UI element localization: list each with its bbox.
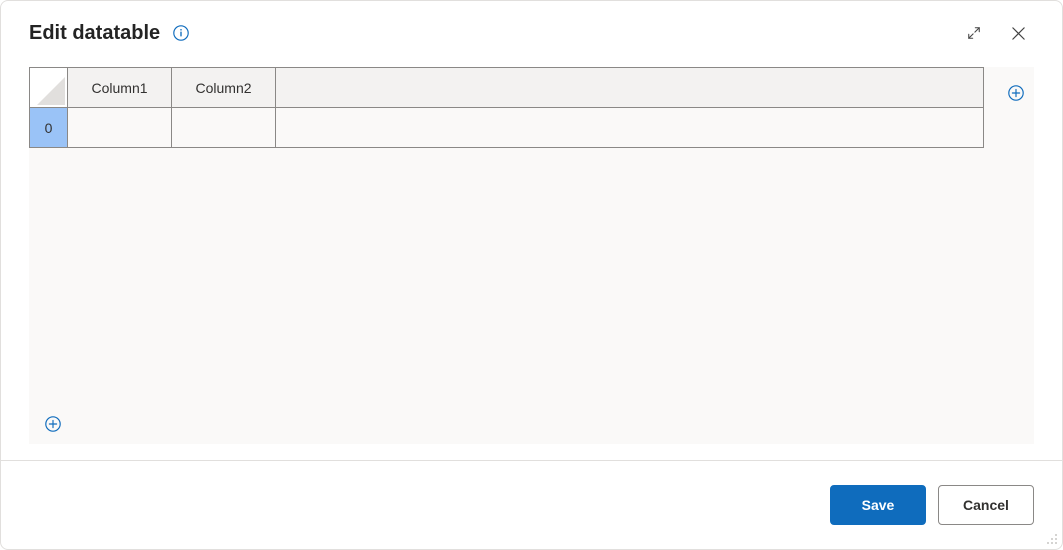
edit-datatable-dialog: Edit datatable bbox=[0, 0, 1063, 550]
dialog-footer: Save Cancel bbox=[1, 460, 1062, 549]
table-row: 0 bbox=[30, 108, 984, 148]
select-all-corner[interactable] bbox=[30, 68, 68, 108]
column-header[interactable]: Column1 bbox=[68, 68, 172, 108]
dialog-title: Edit datatable bbox=[29, 22, 160, 45]
cell[interactable] bbox=[276, 108, 984, 148]
row-index[interactable]: 0 bbox=[30, 108, 68, 148]
datatable[interactable]: Column1 Column2 0 bbox=[29, 67, 984, 148]
add-row-icon[interactable] bbox=[43, 414, 63, 434]
column-header[interactable]: Column2 bbox=[172, 68, 276, 108]
cell[interactable] bbox=[68, 108, 172, 148]
resize-grip-icon[interactable] bbox=[1044, 531, 1058, 545]
dialog-body: Column1 Column2 0 bbox=[1, 59, 1062, 460]
column-header[interactable] bbox=[276, 68, 984, 108]
close-icon[interactable] bbox=[1002, 17, 1034, 49]
add-column-icon[interactable] bbox=[1006, 83, 1026, 103]
info-icon[interactable] bbox=[172, 24, 190, 42]
cancel-button[interactable]: Cancel bbox=[938, 485, 1034, 525]
cell[interactable] bbox=[172, 108, 276, 148]
expand-icon[interactable] bbox=[958, 17, 990, 49]
save-button[interactable]: Save bbox=[830, 485, 926, 525]
datatable-area: Column1 Column2 0 bbox=[29, 67, 1034, 444]
dialog-header: Edit datatable bbox=[1, 1, 1062, 59]
